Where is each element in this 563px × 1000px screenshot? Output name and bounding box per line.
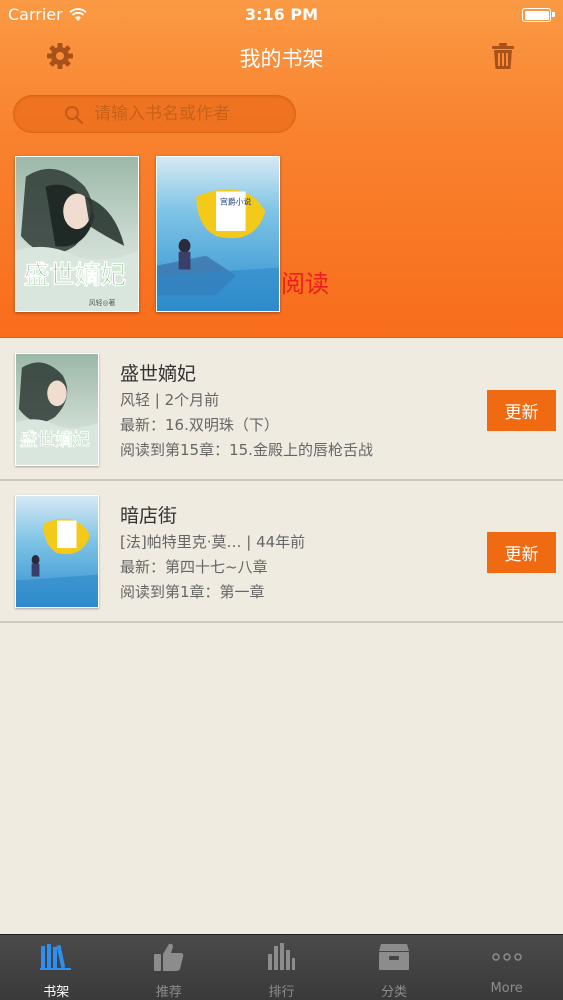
svg-text:风轻◎著: 风轻◎著: [89, 298, 116, 307]
tab-bookshelf[interactable]: 书架: [0, 935, 113, 1000]
book-thumbnail: [15, 495, 99, 608]
delete-button[interactable]: [483, 38, 523, 74]
book-reading-progress: 阅读到第1章：第一章: [120, 583, 265, 601]
tab-ranking[interactable]: 排行: [225, 935, 338, 1000]
book-title: 暗店街: [120, 505, 178, 527]
trash-icon: [492, 43, 514, 69]
thumbs-up-icon: [153, 943, 184, 971]
svg-text:盛世嫡妃: 盛世嫡妃: [20, 429, 91, 450]
tab-label: More: [490, 981, 523, 996]
svg-text:盛世嫡妃: 盛世嫡妃: [24, 259, 127, 290]
more-dots-icon: [491, 953, 522, 961]
book-reading-progress: 阅读到第15章：15.金殿上的唇枪舌战: [120, 441, 373, 459]
status-time: 3:16 PM: [244, 5, 318, 24]
tab-label: 书架: [43, 985, 70, 1000]
book-author-time: [法]帕特里克·莫… | 44年前: [120, 533, 306, 551]
tab-more[interactable]: More: [450, 935, 563, 1000]
tab-recommend[interactable]: 推荐: [113, 935, 226, 1000]
bar-chart-icon: [268, 943, 296, 970]
svg-text:宫爵小说: 宫爵小说: [220, 196, 252, 206]
book-title: 盛世嫡妃: [120, 363, 197, 385]
list-item[interactable]: 暗店街 [法]帕特里克·莫… | 44年前 最新：第四十七~八章 阅读到第1章：…: [0, 481, 563, 623]
tab-bar: 书架 推荐 排行 分类 More: [0, 934, 563, 1000]
book-latest-chapter: 最新：第四十七~八章: [120, 558, 268, 576]
search-bar[interactable]: [13, 95, 296, 133]
nav-bar: 我的书架: [0, 30, 563, 85]
read-label[interactable]: 阅读: [281, 264, 329, 299]
update-button[interactable]: 更新: [487, 390, 556, 431]
box-icon: [379, 944, 410, 970]
book-cover-andianjie[interactable]: 宫爵小说: [156, 156, 280, 312]
page-title: 我的书架: [239, 47, 324, 71]
book-author-time: 风轻 | 2个月前: [120, 391, 220, 409]
book-cover-shengshi[interactable]: 盛世嫡妃 风轻◎著: [15, 156, 139, 312]
update-button[interactable]: 更新: [487, 532, 556, 573]
cover-image: 宫爵小说: [157, 157, 279, 311]
book-thumbnail: 盛世嫡妃: [15, 353, 99, 466]
search-icon: [65, 106, 84, 125]
header-area: Carrier 3:16 PM 我的书架 请输入书名或作者 盛世嫡妃 风轻◎著 …: [0, 0, 563, 338]
battery-icon: [522, 8, 555, 22]
list-item[interactable]: 盛世嫡妃 盛世嫡妃 风轻 | 2个月前 最新：16.双明珠（下） 阅读到第15章…: [0, 339, 563, 481]
tab-category[interactable]: 分类: [338, 935, 451, 1000]
tab-label: 推荐: [155, 985, 182, 1000]
bookshelf-icon: [40, 944, 72, 970]
tab-label: 排行: [268, 985, 295, 1000]
book-list: 盛世嫡妃 盛世嫡妃 风轻 | 2个月前 最新：16.双明珠（下） 阅读到第15章…: [0, 339, 563, 623]
book-latest-chapter: 最新：16.双明珠（下）: [120, 416, 279, 434]
tab-label: 分类: [381, 985, 408, 1000]
search-input[interactable]: [94, 100, 289, 128]
status-bar: Carrier 3:16 PM: [0, 0, 563, 30]
cover-image: 盛世嫡妃 风轻◎著: [16, 157, 138, 311]
